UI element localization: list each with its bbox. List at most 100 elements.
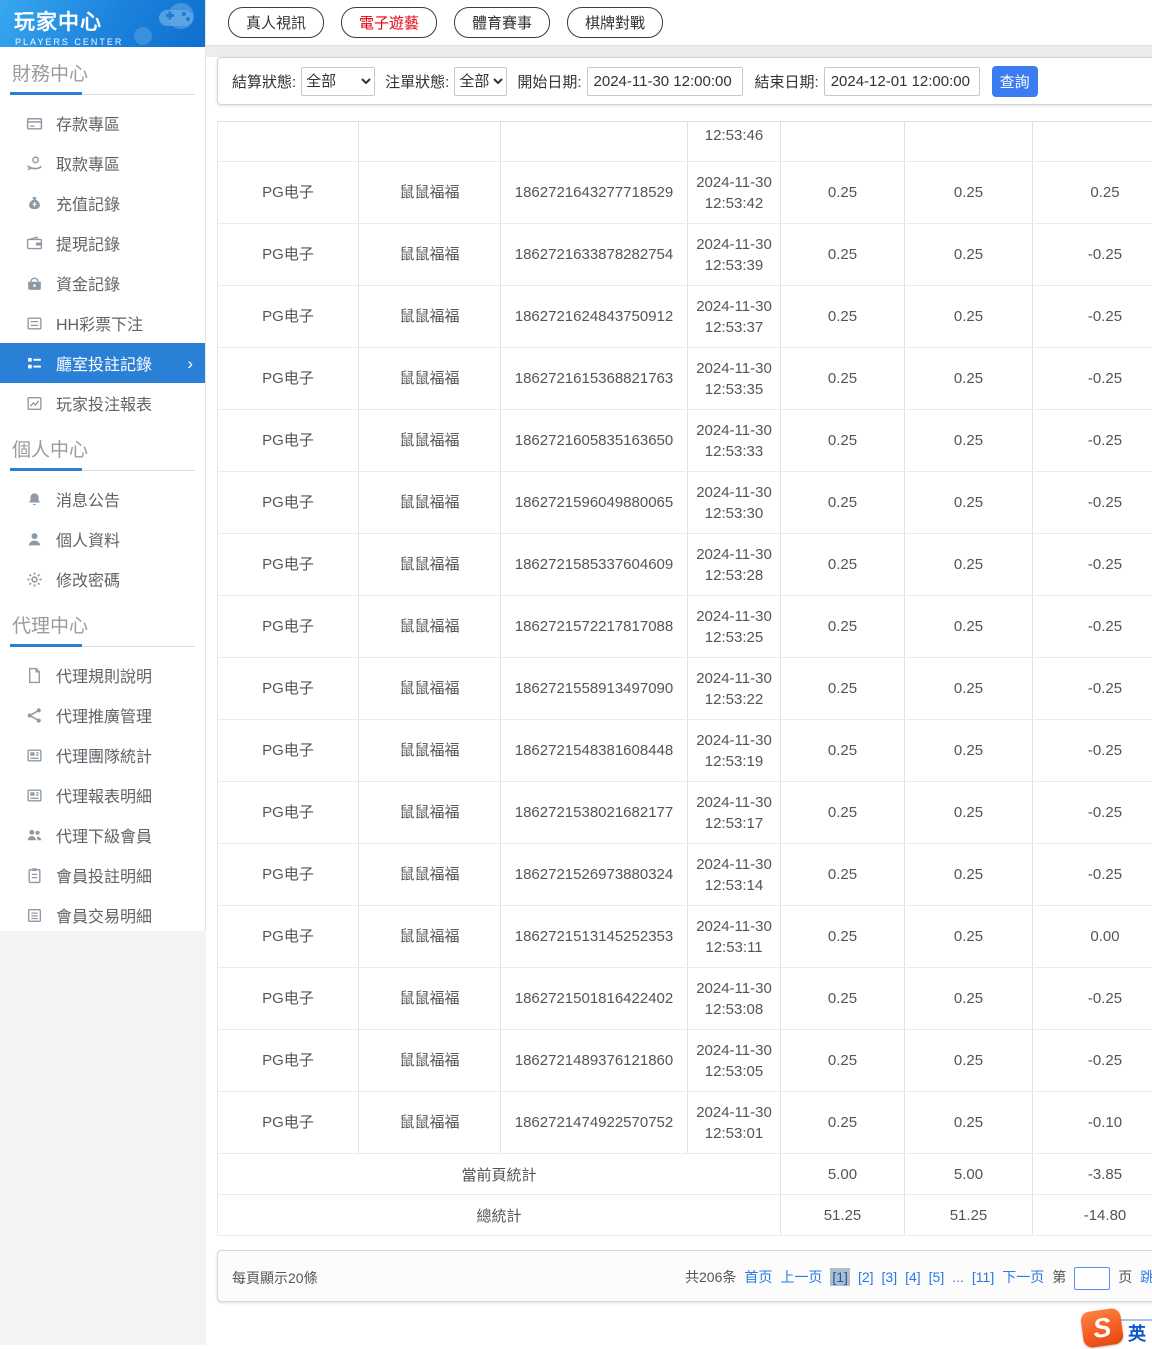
tab-sports-events[interactable]: 體育賽事 [454, 7, 550, 38]
end-date-input[interactable] [824, 67, 980, 96]
sidebar-item-agent-sub-members[interactable]: 代理下級會員 [0, 815, 205, 855]
order-id-cell: 1862721474922570752 [501, 1092, 688, 1154]
sidebar-item-label: 代理規則說明 [56, 663, 152, 687]
valid-bet-cell: 0.25 [905, 534, 1033, 596]
page-first-link[interactable]: 首页 [744, 1269, 772, 1285]
purse-icon [26, 275, 43, 292]
platform-cell: PG电子 [218, 348, 359, 410]
winloss-cell: -0.25 [1033, 596, 1152, 658]
page-link-4[interactable]: [4] [905, 1269, 921, 1285]
tab-electronic-games[interactable]: 電子遊藝 [341, 7, 437, 38]
winloss-cell: -0.25 [1033, 472, 1152, 534]
page-prev-link[interactable]: 上一页 [780, 1269, 822, 1285]
platform-cell: PG电子 [218, 472, 359, 534]
sidebar-item-agent-team-stats[interactable]: 代理團隊統計 [0, 735, 205, 775]
settle-status-select[interactable]: 全部 [301, 67, 375, 96]
winloss-cell: -0.25 [1033, 224, 1152, 286]
sidebar-item-room-bet-records[interactable]: 廳室投註記錄› [0, 343, 205, 383]
sidebar-item-label: 代理推廣管理 [56, 703, 152, 727]
order-id-cell: 1862721643277718529 [501, 162, 688, 224]
sidebar-item-withdraw-zone[interactable]: 取款專區 [0, 143, 205, 183]
hand-money-icon [26, 155, 43, 172]
sidebar-item-label: 消息公告 [56, 487, 120, 511]
sidebar-item-member-bet-detail[interactable]: 會員投註明細 [0, 855, 205, 895]
sidebar-item-fund-records[interactable]: 資金記錄 [0, 263, 205, 303]
sidebar-item-deposit-zone[interactable]: 存款專區 [0, 103, 205, 143]
sidebar-item-label: 充值記錄 [56, 191, 120, 215]
order-id-cell: 1862721501816422402 [501, 968, 688, 1030]
time-cell: 2024-11-3012:53:35 [688, 348, 781, 410]
sidebar-item-change-password[interactable]: 修改密碼 [0, 559, 205, 599]
sidebar-item-announcements[interactable]: 消息公告 [0, 479, 205, 519]
page-link-5[interactable]: [5] [929, 1269, 945, 1285]
valid-bet-cell: 0.25 [905, 906, 1033, 968]
sidebar-item-hh-lottery-bets[interactable]: HH彩票下注 [0, 303, 205, 343]
valid-bet-cell: 0.25 [905, 782, 1033, 844]
game-category-tabbar: 真人視訊電子遊藝體育賽事棋牌對戰 [206, 0, 1152, 46]
valid-bet-cell: 0.25 [905, 844, 1033, 906]
sidebar-item-member-trans-detail[interactable]: 會員交易明細 [0, 895, 205, 935]
bet-cell: 0.25 [781, 596, 905, 658]
bell-icon [26, 491, 43, 508]
jump-prefix-label: 第 [1052, 1269, 1066, 1285]
room-cell: 鼠鼠福福 [359, 1030, 501, 1092]
sidebar-item-label: 個人資料 [56, 527, 120, 551]
sidebar-item-label: 廳室投註記錄 [56, 351, 152, 375]
sidebar-item-recharge-records[interactable]: 充值記錄 [0, 183, 205, 223]
report-icon [26, 395, 43, 412]
valid-bet-cell: 0.25 [905, 720, 1033, 782]
page-link-[interactable]: ... [952, 1269, 964, 1285]
page-jump-input[interactable] [1074, 1267, 1110, 1290]
time-cell: 2024-11-3012:53:19 [688, 720, 781, 782]
bet-cell [781, 122, 905, 162]
valid-bet-cell: 0.25 [905, 1030, 1033, 1092]
page-link-2[interactable]: [2] [858, 1269, 874, 1285]
summary-label-cell: 當前頁統計 [218, 1154, 781, 1195]
sidebar-item-agent-promotion[interactable]: 代理推廣管理 [0, 695, 205, 735]
page-link-1[interactable]: [1] [830, 1268, 850, 1286]
section-divider [10, 92, 195, 95]
bet-cell: 0.25 [781, 968, 905, 1030]
valid-bet-cell: 0.25 [905, 1092, 1033, 1154]
gear-icon [26, 571, 43, 588]
filter-bar: 結算狀態: 全部 注單狀態: 全部 開始日期: 結束日期: 查詢 [217, 57, 1152, 105]
sidebar-item-withdraw-records[interactable]: 提現記錄 [0, 223, 205, 263]
bet-cell: 0.25 [781, 472, 905, 534]
platform-cell: PG电子 [218, 286, 359, 348]
winloss-cell: -0.25 [1033, 286, 1152, 348]
start-date-input[interactable] [587, 67, 743, 96]
page-link-3[interactable]: [3] [882, 1269, 898, 1285]
ime-logo-icon[interactable]: S [1080, 1307, 1125, 1348]
winloss-cell: 0.00 [1033, 906, 1152, 968]
valid-bet-cell: 0.25 [905, 658, 1033, 720]
time-cell: 2024-11-3012:53:17 [688, 782, 781, 844]
sidebar-item-profile[interactable]: 個人資料 [0, 519, 205, 559]
table-row: PG电子鼠鼠福福18627215589134970902024-11-3012:… [218, 658, 1152, 720]
sidebar-item-player-bet-report[interactable]: 玩家投注報表 [0, 383, 205, 423]
separator-band [206, 46, 1152, 57]
sidebar-footer-area [0, 931, 206, 1345]
query-button[interactable]: 查詢 [992, 66, 1038, 97]
page-jump-button[interactable]: 跳转 [1140, 1269, 1152, 1285]
bet-cell: 0.25 [781, 348, 905, 410]
tab-live-video[interactable]: 真人視訊 [228, 7, 324, 38]
order-id-cell: 1862721558913497090 [501, 658, 688, 720]
ime-lang-indicator[interactable]: 英 [1128, 1320, 1146, 1346]
sidebar-item-agent-report-detail[interactable]: 代理報表明細 [0, 775, 205, 815]
page-link-11[interactable]: [11] [972, 1269, 994, 1285]
winloss-cell [1033, 122, 1152, 162]
order-id-cell: 1862721548381608448 [501, 720, 688, 782]
sidebar-item-agent-rules[interactable]: 代理規則說明 [0, 655, 205, 695]
order-status-select[interactable]: 全部 [454, 67, 507, 96]
room-cell: 鼠鼠福福 [359, 906, 501, 968]
winloss-cell: -0.25 [1033, 782, 1152, 844]
platform-cell: PG电子 [218, 844, 359, 906]
page-next-link[interactable]: 下一页 [1002, 1269, 1044, 1285]
menu-grid-icon [26, 355, 43, 372]
tab-board-card-battle[interactable]: 棋牌對戰 [567, 7, 663, 38]
winloss-cell: -0.25 [1033, 1030, 1152, 1092]
time-cell: 2024-11-3012:53:39 [688, 224, 781, 286]
news-icon [26, 787, 43, 804]
bet-cell: 0.25 [781, 782, 905, 844]
bet-cell: 0.25 [781, 534, 905, 596]
